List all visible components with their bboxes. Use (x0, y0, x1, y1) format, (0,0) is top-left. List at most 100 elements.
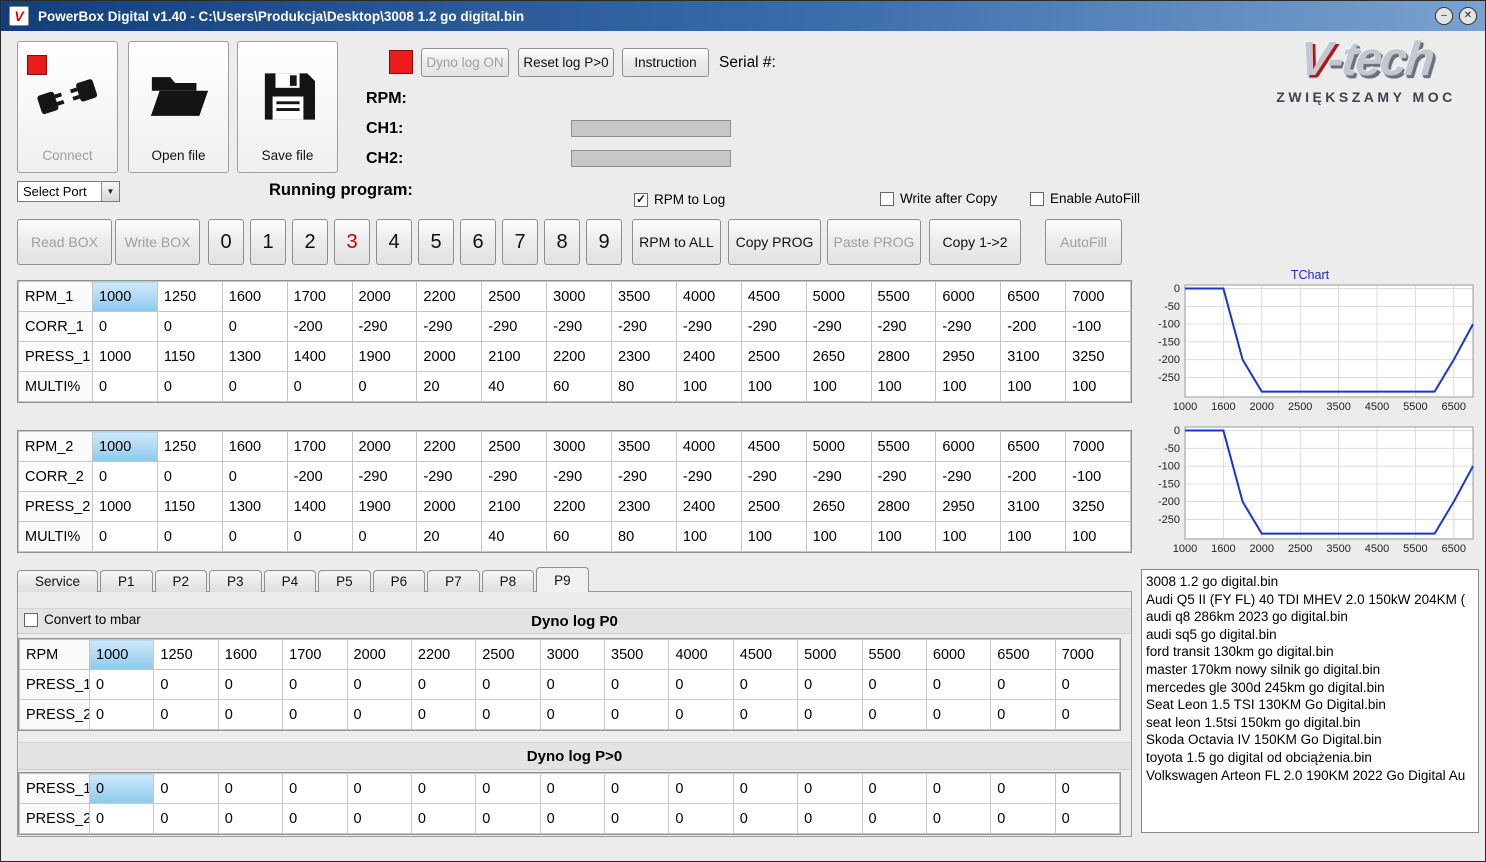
file-list-item[interactable]: toyota 1.5 go digital od obciążenia.bin (1142, 749, 1478, 767)
grid-cell[interactable]: 100 (740, 521, 807, 552)
tab-p8[interactable]: P8 (481, 570, 535, 592)
grid-cell[interactable]: 0 (282, 699, 348, 730)
grid-cell[interactable]: 3000 (546, 431, 612, 462)
grid-cell[interactable]: 2950 (935, 341, 1002, 372)
grid-cell[interactable]: 0 (475, 669, 541, 700)
program-digit-button-7[interactable]: 7 (502, 219, 538, 265)
grid-cell[interactable]: 100 (740, 371, 807, 402)
grid-cell[interactable]: 0 (88, 669, 155, 700)
grid-cell[interactable]: 2000 (416, 341, 483, 372)
grid-cell[interactable]: 0 (732, 803, 799, 834)
file-list-item[interactable]: master 170km nowy silnik go digital.bin (1142, 661, 1478, 679)
grid-cell[interactable]: 0 (286, 371, 353, 402)
grid-cell[interactable]: -290 (805, 461, 872, 492)
grid-cell[interactable]: 2800 (870, 341, 937, 372)
grid-cell[interactable]: 0 (217, 803, 284, 834)
grid-cell[interactable]: 0 (990, 699, 1056, 730)
grid-cell[interactable]: 0 (286, 521, 353, 552)
grid-cell[interactable]: 3100 (1000, 491, 1067, 522)
grid-cell[interactable]: 100 (1000, 371, 1067, 402)
tab-service[interactable]: Service (17, 570, 99, 592)
grid-cell[interactable]: 0 (925, 773, 992, 804)
grid-cell[interactable]: 100 (675, 521, 742, 552)
program-digit-button-4[interactable]: 4 (376, 219, 412, 265)
grid-cell[interactable]: 3000 (539, 639, 606, 670)
grid-cell[interactable]: -100 (1065, 311, 1131, 342)
grid-cell[interactable]: 80 (611, 521, 677, 552)
grid-cell[interactable]: -290 (611, 311, 677, 342)
grid-cell[interactable]: 0 (1054, 669, 1121, 700)
grid-cell[interactable]: 3100 (1000, 341, 1067, 372)
grid-cell[interactable]: -290 (675, 311, 742, 342)
grid-cell[interactable]: 2500 (481, 281, 548, 312)
reset-log-button[interactable]: Reset log P>0 (518, 48, 614, 77)
grid-cell[interactable]: 0 (732, 699, 799, 730)
grid-cell[interactable]: 7000 (1054, 639, 1121, 670)
grid-cell[interactable]: 3500 (611, 431, 677, 462)
grid-cell[interactable]: 2500 (481, 431, 548, 462)
grid-cell[interactable]: 2000 (416, 491, 483, 522)
grid-cell[interactable]: 2000 (351, 431, 418, 462)
grid-cell[interactable]: 0 (92, 461, 158, 492)
grid-cell[interactable]: 0 (153, 773, 219, 804)
grid-cell[interactable]: 0 (861, 669, 927, 700)
program-digit-button-9[interactable]: 9 (586, 219, 622, 265)
grid-cell[interactable]: 0 (925, 669, 992, 700)
grid-cell[interactable]: 80 (611, 371, 677, 402)
grid-cell[interactable]: 5500 (861, 639, 927, 670)
grid-cell[interactable]: 2400 (675, 491, 742, 522)
grid-cell[interactable]: 0 (156, 461, 223, 492)
grid-cell[interactable]: 100 (935, 521, 1002, 552)
grid-cell[interactable]: 5000 (797, 639, 863, 670)
grid-cell[interactable]: 0 (668, 773, 734, 804)
grid-cell[interactable]: 0 (539, 669, 606, 700)
grid-cell[interactable]: 100 (805, 521, 872, 552)
save-file-button[interactable]: Save file (237, 41, 338, 173)
grid-cell[interactable]: 2200 (416, 281, 483, 312)
grid-cell[interactable]: 0 (603, 773, 670, 804)
grid-cell[interactable]: 1700 (286, 281, 353, 312)
grid-cell[interactable]: -290 (805, 311, 872, 342)
grid-cell[interactable]: 0 (925, 803, 992, 834)
grid-cell[interactable]: 1000 (92, 431, 158, 462)
program-digit-button-6[interactable]: 6 (460, 219, 496, 265)
grid-cell[interactable]: 0 (990, 669, 1056, 700)
grid-cell[interactable]: -290 (481, 461, 548, 492)
grid-cell[interactable]: -290 (740, 461, 807, 492)
grid-cell[interactable]: 0 (88, 803, 155, 834)
grid-cell[interactable]: 6000 (935, 431, 1002, 462)
rpm-to-log-checkbox[interactable]: RPM to Log (634, 192, 725, 207)
copy-1-to-2-button[interactable]: Copy 1->2 (929, 219, 1021, 265)
grid-cell[interactable]: 5500 (870, 431, 937, 462)
close-button[interactable]: ✕ (1459, 7, 1477, 25)
grid-cell[interactable]: 0 (217, 773, 284, 804)
grid-cell[interactable]: 0 (861, 699, 927, 730)
grid-cell[interactable]: 2800 (870, 491, 937, 522)
grid-cell[interactable]: 0 (925, 699, 992, 730)
grid-cell[interactable]: 40 (481, 371, 548, 402)
grid-cell[interactable]: 0 (410, 773, 477, 804)
read-box-button[interactable]: Read BOX (17, 219, 112, 265)
grid-cell[interactable]: 0 (797, 699, 863, 730)
grid-cell[interactable]: 2500 (475, 639, 541, 670)
write-box-button[interactable]: Write BOX (115, 219, 200, 265)
grid-cell[interactable]: 0 (153, 669, 219, 700)
grid-cell[interactable]: 0 (603, 803, 670, 834)
grid-cell[interactable]: 2400 (675, 341, 742, 372)
grid-cell[interactable]: -290 (546, 461, 612, 492)
grid-cell[interactable]: 2300 (611, 491, 677, 522)
grid-cell[interactable]: -290 (740, 311, 807, 342)
grid-cell[interactable]: -200 (286, 461, 353, 492)
grid-cell[interactable]: 0 (153, 699, 219, 730)
instruction-button[interactable]: Instruction (622, 48, 709, 77)
grid-cell[interactable]: 1700 (286, 431, 353, 462)
grid-cell[interactable]: -290 (481, 311, 548, 342)
grid-cell[interactable]: 1000 (92, 341, 158, 372)
grid-cell[interactable]: 3500 (603, 639, 670, 670)
grid-cell[interactable]: 0 (92, 521, 158, 552)
dyno-log-on-button[interactable]: Dyno log ON (421, 48, 509, 77)
grid-cell[interactable]: 100 (1000, 521, 1067, 552)
grid-cell[interactable]: 0 (346, 669, 412, 700)
grid-cell[interactable]: 4000 (675, 431, 742, 462)
grid-cell[interactable]: 0 (153, 803, 219, 834)
